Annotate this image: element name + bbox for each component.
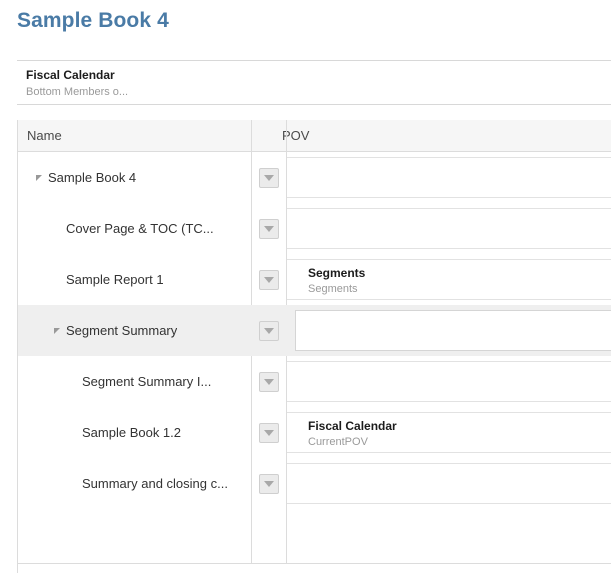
chevron-down-icon [264,379,274,385]
row-actions-cell [252,458,286,509]
row-pov-cell[interactable]: Fiscal Calendar CurrentPOV [287,407,611,458]
row-actions-cell [252,152,286,203]
table-row[interactable]: Segment Summary [18,305,611,356]
pov-subtitle: CurrentPOV [308,436,368,448]
row-name-label: Segment Summary I... [82,374,211,389]
row-pov-cell[interactable] [287,203,611,254]
row-name-cell[interactable]: Sample Book 4 [18,152,251,203]
chevron-down-icon [264,226,274,232]
row-menu-button[interactable] [259,372,279,392]
pov-summary-title: Fiscal Calendar [26,68,115,82]
pov-title: Segments [308,266,365,280]
row-name-cell[interactable]: Segment Summary I... [18,356,251,407]
pov-summary-subtitle: Bottom Members o... [26,86,128,98]
grid-header-row: Name POV [18,120,611,152]
row-menu-button[interactable] [259,474,279,494]
table-row[interactable]: Summary and closing c... [18,458,611,509]
triangle-expanded-icon[interactable] [36,175,42,181]
row-menu-button[interactable] [259,168,279,188]
pov-content: Segments Segments [287,259,611,300]
pov-summary-band: Fiscal Calendar Bottom Members o... [17,60,611,105]
table-row[interactable]: Sample Book 4 [18,152,611,203]
pov-content [287,361,611,402]
triangle-expanded-icon[interactable] [54,328,60,334]
table-row[interactable]: Cover Page & TOC (TC... [18,203,611,254]
grid-body: Sample Book 4 Cover Page & TOC (TC... Samp… [18,152,611,509]
table-row[interactable]: Segment Summary I... [18,356,611,407]
row-name-label: Cover Page & TOC (TC... [66,221,214,236]
row-menu-button[interactable] [259,219,279,239]
row-actions-cell [252,356,286,407]
book-contents-grid: Name POV Sample Book 4 Cover Page & TOC (… [17,120,611,573]
row-menu-button[interactable] [259,270,279,290]
chevron-down-icon [264,481,274,487]
row-name-cell[interactable]: Sample Report 1 [18,254,251,305]
table-row[interactable]: Sample Book 1.2 Fiscal Calendar CurrentPOV [18,407,611,458]
row-actions-cell [252,203,286,254]
row-name-cell[interactable]: Segment Summary [18,305,251,356]
row-name-label: Sample Book 4 [48,170,136,185]
pov-content [287,463,611,504]
pov-subtitle: Segments [308,283,358,295]
pov-content [287,208,611,249]
pov-title: Fiscal Calendar [308,419,397,433]
row-menu-button[interactable] [259,321,279,341]
row-menu-button[interactable] [259,423,279,443]
table-row[interactable]: Sample Report 1 Segments Segments [18,254,611,305]
grid-bottom-border [18,563,611,564]
row-pov-cell[interactable]: Segments Segments [287,254,611,305]
row-name-cell[interactable]: Cover Page & TOC (TC... [18,203,251,254]
row-name-label: Summary and closing c... [82,476,228,491]
page-title: Sample Book 4 [17,9,169,33]
row-pov-cell[interactable] [287,305,611,356]
row-name-cell[interactable]: Summary and closing c... [18,458,251,509]
row-name-label: Segment Summary [66,323,177,338]
row-pov-cell[interactable] [287,458,611,509]
row-name-label: Sample Report 1 [66,272,164,287]
pov-content: Fiscal Calendar CurrentPOV [287,412,611,453]
row-pov-cell[interactable] [287,152,611,203]
row-actions-cell [252,305,286,356]
chevron-down-icon [264,175,274,181]
row-name-label: Sample Book 1.2 [82,425,181,440]
chevron-down-icon [264,277,274,283]
chevron-down-icon [264,430,274,436]
row-pov-cell[interactable] [287,356,611,407]
row-actions-cell [252,254,286,305]
pov-editor-box[interactable] [295,310,611,351]
row-name-cell[interactable]: Sample Book 1.2 [18,407,251,458]
chevron-down-icon [264,328,274,334]
column-header-name[interactable]: Name [27,128,62,143]
pov-content [287,157,611,198]
row-actions-cell [252,407,286,458]
